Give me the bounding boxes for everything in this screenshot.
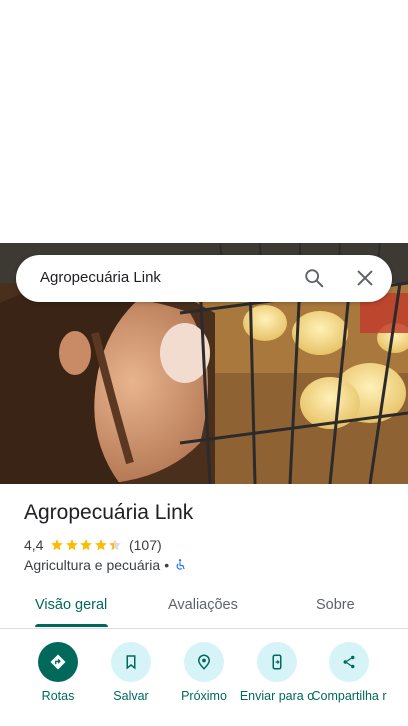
send-to-phone-button[interactable]: Enviar para o (237, 640, 317, 704)
bookmark-icon (111, 642, 151, 682)
nearby-label: Próximo (181, 689, 227, 703)
place-title: Agropecuária Link (24, 501, 194, 524)
search-query[interactable]: Agropecuária Link (40, 269, 161, 286)
tab-bar: Visão geral Avaliações Sobre (0, 585, 408, 629)
star-icon (51, 539, 64, 551)
wheelchair-accessible-icon[interactable] (173, 558, 187, 572)
category-row: Agricultura e pecuária • (24, 556, 187, 574)
close-icon[interactable] (354, 267, 376, 289)
save-button[interactable]: Salvar (91, 640, 171, 704)
review-count[interactable]: (107) (129, 537, 162, 553)
star-icon (66, 539, 78, 551)
nearby-button[interactable]: Próximo (164, 640, 244, 704)
star-icon (80, 539, 93, 551)
action-bar: Rotas Salvar Próximo Enviar para o Compa… (0, 640, 408, 726)
map-area-blank (0, 0, 408, 243)
separator: • (164, 557, 170, 573)
send-to-phone-label: Enviar para o (239, 689, 315, 703)
share-button[interactable]: Compartilha r (309, 640, 389, 704)
rating-row[interactable]: 4,4 (107) (24, 536, 162, 554)
save-label: Salvar (113, 689, 149, 703)
tab-about[interactable]: Sobre (316, 597, 355, 613)
share-label: Compartilha r (311, 689, 387, 703)
tab-reviews[interactable]: Avaliações (168, 597, 238, 613)
share-icon (329, 642, 369, 682)
rating-value: 4,4 (24, 537, 44, 553)
directions-label: Rotas (41, 689, 75, 703)
nearby-icon (184, 642, 224, 682)
directions-icon (38, 642, 78, 682)
send-to-phone-icon (257, 642, 297, 682)
active-tab-indicator (35, 624, 108, 627)
star-icon (109, 539, 122, 551)
search-icon[interactable] (303, 267, 325, 289)
search-bar[interactable]: Agropecuária Link (16, 255, 392, 302)
tab-overview[interactable]: Visão geral (35, 597, 107, 613)
star-icon (95, 539, 107, 551)
directions-button[interactable]: Rotas (18, 640, 98, 704)
star-rating (50, 538, 123, 552)
place-category: Agricultura e pecuária (24, 557, 161, 573)
